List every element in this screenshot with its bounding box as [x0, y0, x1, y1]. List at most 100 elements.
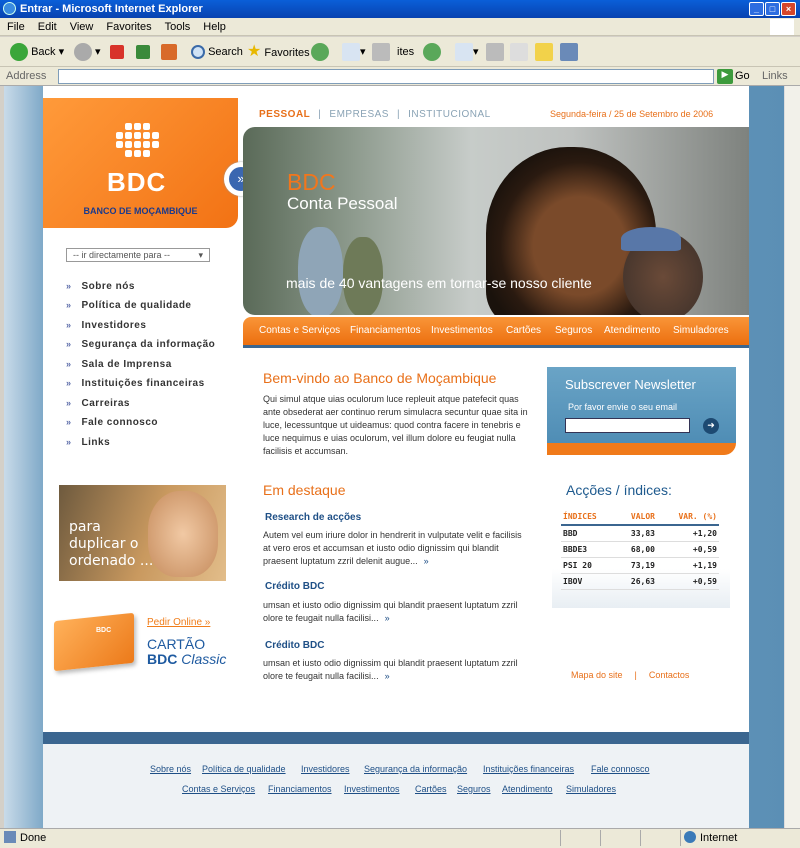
- home-button[interactable]: [161, 42, 177, 62]
- nav-contas[interactable]: Contas e Serviços: [259, 325, 340, 336]
- cell: BBDE3: [561, 541, 616, 558]
- vertical-scrollbar[interactable]: [784, 86, 800, 828]
- footer-link-politica[interactable]: Política de qualidade: [202, 764, 286, 774]
- minimize-button[interactable]: _: [749, 2, 764, 16]
- history-button[interactable]: [311, 42, 329, 62]
- bdc-logo-icon: [116, 123, 160, 163]
- footer-link-seguranca[interactable]: Segurança da informação: [364, 764, 467, 774]
- footer-link-financiamentos[interactable]: Financiamentos: [268, 784, 332, 794]
- contactos-link[interactable]: Contactos: [649, 670, 690, 680]
- article-title-credito[interactable]: Crédito BDC: [265, 581, 324, 592]
- nav-simuladores[interactable]: Simuladores: [673, 325, 729, 336]
- menu-edit[interactable]: Edit: [31, 18, 63, 33]
- close-button[interactable]: ×: [781, 2, 796, 16]
- ie-icon: [3, 2, 16, 15]
- links-label[interactable]: Links: [762, 70, 788, 82]
- article-body: umsan et iusto odio dignissim qui blandi…: [263, 658, 518, 681]
- address-label: Address: [6, 70, 47, 82]
- footer-link-atendimento[interactable]: Atendimento: [502, 784, 553, 794]
- nav-financiamentos[interactable]: Financiamentos: [350, 325, 421, 336]
- footer-link-instituicoes[interactable]: Instituições financeiras: [483, 764, 574, 774]
- footer-link-simuladores[interactable]: Simuladores: [566, 784, 616, 794]
- print2-icon: [486, 43, 504, 62]
- main-nav-underline: [243, 345, 749, 348]
- address-input[interactable]: [58, 69, 714, 84]
- footer-link-seguros[interactable]: Seguros: [457, 784, 491, 794]
- sidebar-item-label: Carreiras: [81, 398, 130, 409]
- nav-investimentos[interactable]: Investimentos: [431, 325, 493, 336]
- search-button[interactable]: Search: [191, 42, 243, 62]
- messenger-button[interactable]: [560, 42, 578, 62]
- more-link[interactable]: »: [385, 613, 390, 623]
- home-icon: [161, 44, 177, 61]
- aux-links: Mapa do site | Contactos: [571, 670, 689, 680]
- sidebar-item-links[interactable]: » Links: [66, 437, 110, 448]
- nav-atendimento[interactable]: Atendimento: [604, 325, 660, 336]
- quick-nav-select[interactable]: -- ir directamente para -- ▾: [66, 248, 210, 262]
- forward-button[interactable]: ▾: [74, 42, 101, 62]
- menu-view[interactable]: View: [63, 18, 100, 33]
- cartao-brand: BDC: [147, 651, 178, 667]
- edit-button[interactable]: [510, 42, 528, 62]
- tab-institucional[interactable]: INSTITUCIONAL: [408, 109, 491, 120]
- pedir-online-link[interactable]: Pedir Online »: [147, 617, 210, 628]
- nav-cartoes[interactable]: Cartões: [506, 325, 541, 336]
- refresh-button[interactable]: [136, 42, 150, 62]
- tab-empresas[interactable]: EMPRESAS: [329, 109, 389, 120]
- menu-favorites[interactable]: Favorites: [99, 18, 157, 33]
- newsletter-email-input[interactable]: [565, 418, 690, 433]
- mapa-site-link[interactable]: Mapa do site: [571, 670, 623, 680]
- sidebar-item-carreiras[interactable]: » Carreiras: [66, 398, 130, 409]
- back-button[interactable]: Back ▾: [10, 42, 64, 62]
- menu-file[interactable]: File: [0, 18, 31, 33]
- sidebar-item-investidores[interactable]: » Investidores: [66, 320, 146, 331]
- mail2-button[interactable]: ▾: [455, 42, 479, 62]
- cell: 26,63: [616, 573, 657, 590]
- history2-button[interactable]: [423, 42, 441, 62]
- more-link[interactable]: »: [385, 671, 390, 681]
- footer-link-fale[interactable]: Fale connosco: [591, 764, 650, 774]
- sidebar-item-sobre-nos[interactable]: » Sobre nós: [66, 281, 135, 292]
- menu-help[interactable]: Help: [196, 18, 232, 33]
- footer-link-investimentos[interactable]: Investimentos: [344, 784, 400, 794]
- sites-button[interactable]: ites: [397, 42, 414, 62]
- sidebar-item-label: Links: [81, 437, 111, 448]
- page-icon: [4, 831, 16, 843]
- tab-pessoal[interactable]: PESSOAL: [259, 109, 310, 120]
- window-title: Entrar - Microsoft Internet Explorer: [20, 3, 203, 15]
- sidebar-item-instituicoes[interactable]: » Instituições financeiras: [66, 378, 205, 389]
- article-title-research[interactable]: Research de acções: [265, 512, 361, 523]
- footer-link-cartoes[interactable]: Cartões: [415, 784, 447, 794]
- footer-link-investidores[interactable]: Investidores: [301, 764, 350, 774]
- favorites-button[interactable]: ★ Favorites: [247, 42, 310, 62]
- article-title-credito-2[interactable]: Crédito BDC: [265, 640, 324, 651]
- maximize-button[interactable]: □: [765, 2, 780, 16]
- segment-tabs: PESSOAL | EMPRESAS | INSTITUCIONAL: [259, 109, 491, 120]
- menu-bar: File Edit View Favorites Tools Help: [0, 18, 800, 36]
- stop-button[interactable]: [110, 42, 124, 62]
- bullet-icon: »: [66, 281, 72, 291]
- mail-button[interactable]: ▾: [342, 42, 366, 62]
- welcome-text: Qui simul atque uias oculorum luce reple…: [263, 394, 528, 456]
- more-link[interactable]: »: [424, 556, 429, 566]
- cell: BBD: [561, 525, 616, 542]
- sidebar-item-imprensa[interactable]: » Sala de Imprensa: [66, 359, 172, 370]
- cap-shape: [621, 227, 681, 251]
- bullet-icon: »: [66, 398, 72, 408]
- footer-link-contas[interactable]: Contas e Serviços: [182, 784, 255, 794]
- sidebar-item-fale[interactable]: » Fale connosco: [66, 417, 158, 428]
- promo-banner[interactable]: para duplicar o ordenado ...: [59, 485, 226, 581]
- newsletter-submit-button[interactable]: ➜: [703, 418, 719, 434]
- sidebar-item-politica[interactable]: » Política de qualidade: [66, 300, 191, 311]
- hero-product: Conta Pessoal: [287, 194, 398, 213]
- menu-tools[interactable]: Tools: [158, 18, 197, 33]
- go-arrow-icon[interactable]: ▶: [717, 69, 733, 84]
- sidebar-item-seguranca[interactable]: » Segurança da informação: [66, 339, 215, 350]
- status-text: Done: [20, 832, 47, 844]
- print2-button[interactable]: [486, 42, 504, 62]
- discuss-button[interactable]: [535, 42, 553, 62]
- nav-seguros[interactable]: Seguros: [555, 325, 592, 336]
- print-button[interactable]: [372, 42, 390, 62]
- go-label[interactable]: Go: [735, 70, 750, 82]
- footer-link-sobre[interactable]: Sobre nós: [150, 764, 191, 774]
